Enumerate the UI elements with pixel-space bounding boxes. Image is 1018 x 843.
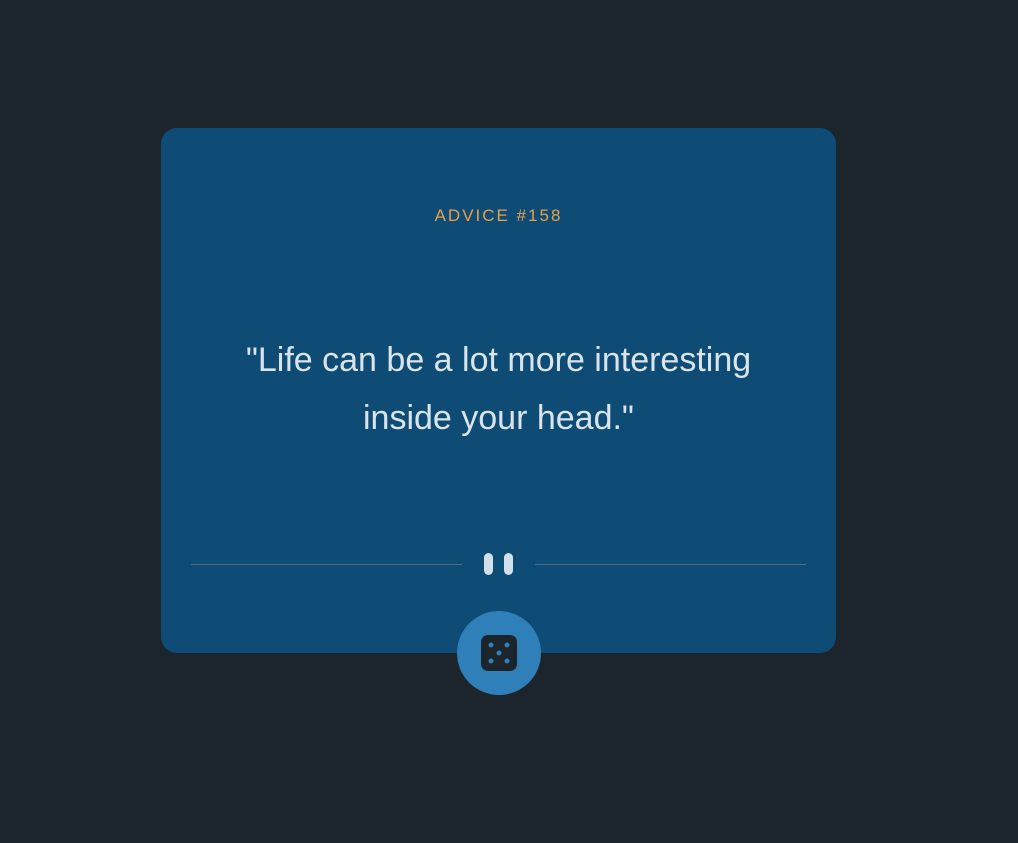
divider-line-left [191, 564, 462, 565]
pause-icon [484, 553, 514, 577]
advice-card: ADVICE #158 "Life can be a lot more inte… [161, 128, 836, 653]
pause-bar-right [504, 553, 513, 575]
divider [191, 550, 806, 580]
new-advice-button[interactable] [457, 611, 541, 695]
divider-line-right [535, 564, 806, 565]
pause-bar-left [484, 553, 493, 575]
advice-number-label: ADVICE #158 [434, 206, 563, 225]
advice-quote: "Life can be a lot more interesting insi… [245, 341, 752, 437]
dice-icon [481, 635, 517, 671]
